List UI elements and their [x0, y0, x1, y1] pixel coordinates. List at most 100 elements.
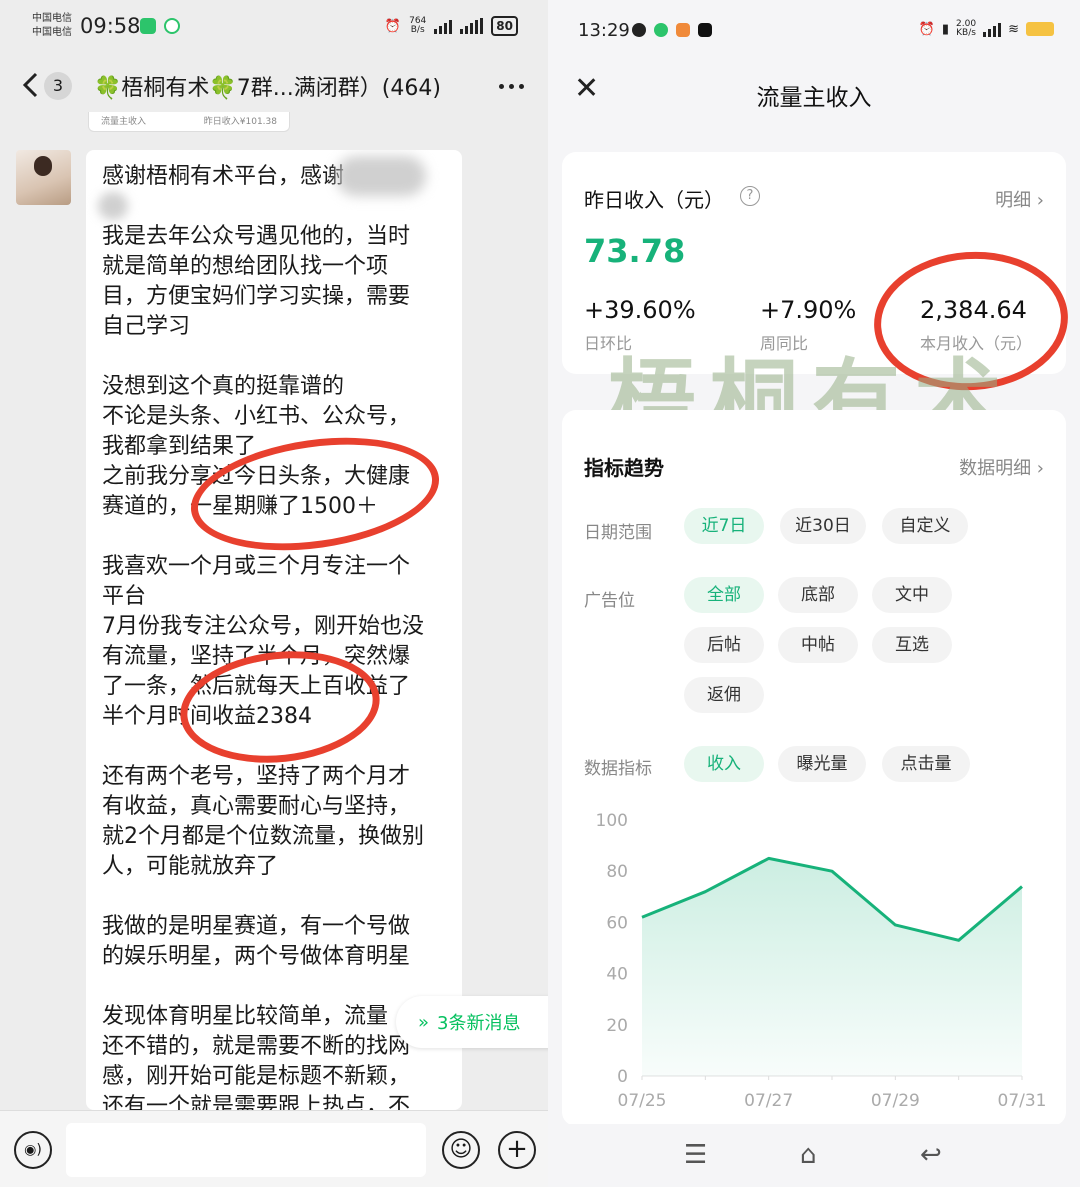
vibrate-icon: ▮ [941, 21, 950, 37]
status-time: 13:29 [578, 20, 630, 41]
message-line: 目，方便宝妈们学习实操，需要 [102, 284, 411, 309]
message-line: 我是去年公众号遇见他的，当时 [102, 224, 411, 249]
app-notification-icon [676, 23, 690, 37]
alarm-icon [632, 23, 646, 37]
message-line: 还有一个就是需要跟上热点，不 [102, 1094, 411, 1110]
yesterday-income-value: 73.78 [584, 232, 686, 270]
battery-icon [1026, 22, 1054, 36]
status-bar-left: 中国电信 中国电信 09:58 ⏰ 764 B/s 80 [0, 0, 548, 56]
message-line [102, 972, 446, 1002]
net-speed: 764 B/s [409, 16, 427, 35]
message-line: 就2个月都是个位数流量，换做别 [102, 824, 424, 849]
app-notification-icon [654, 23, 668, 37]
chevron-down-icon: » [418, 1011, 430, 1033]
app-notification-icon [140, 18, 156, 34]
message-bubble[interactable]: 感谢梧桐有术平台，感谢 我是去年公众号遇见他的，当时 就是简单的想给团队找一个项 目，… [86, 150, 462, 1110]
income-trend-chart: 100 80 60 40 20 0 07/25 07/27 07/29 07/31 [596, 811, 1047, 1111]
home-icon[interactable]: ⌂ [800, 1140, 817, 1170]
message-line [102, 522, 446, 552]
message-line: 赛道的，一星期赚了1500＋ [102, 494, 378, 519]
message-line: 我做的是明星赛道，有一个号做 [102, 914, 411, 939]
more-icon[interactable] [499, 84, 524, 89]
message-line [102, 342, 446, 372]
stat-day-over-day: +39.60% 日环比 [584, 296, 696, 353]
message-line: 没想到这个真的挺靠谱的 [102, 374, 345, 399]
message-line: 感，刚开始可能是标题不新颖， [102, 1064, 411, 1089]
back-icon[interactable]: ↩ [920, 1140, 942, 1170]
net-speed: 2.00 KB/s [956, 19, 977, 38]
stat-week-over-week: +7.90% 周同比 [760, 296, 857, 353]
status-bar-right: 13:29 ⏰ ▮ 2.00 KB/s ≋ [548, 0, 1080, 60]
wifi-icon: ≋ [1008, 21, 1019, 37]
blur-mask [98, 192, 128, 220]
x-tick-label: 07/27 [744, 1091, 793, 1111]
message-text: 感谢梧桐有术平台，感谢 我是去年公众号遇见他的，当时 就是简单的想给团队找一个项 目，… [102, 162, 446, 1110]
battery-icon: 80 [491, 16, 518, 36]
yesterday-income-label: 昨日收入（元） [584, 188, 724, 212]
chat-screen: 中国电信 中国电信 09:58 ⏰ 764 B/s 80 3 🍀梧桐有术🍀7群.… [0, 0, 548, 1187]
message-line: 还有两个老号，坚持了两个月才 [102, 764, 411, 789]
message-line: 还不错的，就是需要不断的找网 [102, 1034, 411, 1059]
message-line: 发现体育明星比较简单，流量 [102, 1004, 389, 1029]
emoji-icon[interactable]: ☺ [442, 1131, 480, 1169]
trend-card: 指标趋势 数据明细 › 日期范围 近7日 近30日 自定义 广告位 全部 底部 … [562, 410, 1066, 1126]
message-line: 了一条，然后就每天上百收益了 [102, 674, 411, 699]
y-tick-label: 20 [606, 1016, 628, 1036]
message-line: 之前我分享过今日头条，大健康 [102, 464, 411, 489]
back-arrow-icon[interactable] [20, 70, 42, 100]
y-tick-label: 40 [606, 965, 628, 985]
detail-link[interactable]: 明细 › [995, 186, 1044, 212]
message-line: 有流量，坚持了半个月，突然爆 [102, 644, 411, 669]
chat-header: 3 🍀梧桐有术🍀7群...满闭群）(464) [0, 60, 548, 112]
carrier-label: 中国电信 中国电信 [32, 13, 72, 38]
message-line: 人，可能就放弃了 [102, 854, 279, 879]
signal-4g-icon [434, 18, 453, 34]
stat-month-income: 2,384.64 本月收入（元） [920, 296, 1033, 353]
revenue-screen: 13:29 ⏰ ▮ 2.00 KB/s ≋ ✕ 流量主收入 昨日收入（元） ? … [548, 0, 1080, 1187]
message-line: 有收益，真心需要耐心与坚持， [102, 794, 411, 819]
unread-badge: 3 [44, 72, 72, 100]
summary-card: 昨日收入（元） ? 明细 › 73.78 +39.60% 日环比 +7.90% … [562, 152, 1066, 374]
help-icon[interactable]: ? [740, 186, 760, 206]
status-time: 09:58 [80, 14, 141, 38]
message-line [102, 192, 446, 222]
new-messages-button[interactable]: » 3条新消息 [396, 996, 548, 1048]
message-line [102, 882, 446, 912]
blur-mask [336, 156, 426, 196]
page-title: 流量主收入 [756, 85, 872, 111]
message-line: 不论是头条、小红书、公众号， [102, 404, 411, 429]
y-tick-label: 80 [606, 862, 628, 882]
y-tick-label: 100 [596, 811, 628, 831]
message-line: 我喜欢一个月或三个月专注一个 [102, 554, 411, 579]
y-tick-label: 60 [606, 913, 628, 933]
voice-icon[interactable]: ◉) [14, 1131, 52, 1169]
alarm-icon: ⏰ [918, 21, 935, 37]
tiktok-icon [698, 23, 712, 37]
input-bar: ◉) ☺ + [0, 1110, 548, 1187]
y-tick-label: 0 [617, 1067, 628, 1087]
message-line: 就是简单的想给团队找一个项 [102, 254, 389, 279]
status-icons-right: ⏰ ▮ 2.00 KB/s ≋ [919, 20, 1054, 38]
message-line: 半个月时间收益2384 [102, 704, 312, 729]
plus-icon[interactable]: + [498, 1131, 536, 1169]
page-header: ✕ 流量主收入 [548, 60, 1080, 130]
message-line: 的娱乐明星，两个号做体育明星 [102, 944, 411, 969]
avatar[interactable] [16, 150, 71, 205]
group-title: 🍀梧桐有术🍀7群...满闭群）(464) [94, 76, 441, 101]
signal-icon [983, 21, 1002, 37]
app-notification-icon [164, 18, 180, 34]
system-nav-bar: ☰ ⌂ ↩ [548, 1124, 1080, 1187]
previous-message-card[interactable]: 流量主收入 昨日收入¥101.38 [88, 112, 290, 132]
alarm-icon: ⏰ [384, 18, 402, 34]
message-line: 平台 [102, 584, 147, 609]
menu-icon[interactable]: ☰ [684, 1140, 707, 1170]
x-tick-label: 07/25 [618, 1091, 667, 1111]
message-line: 自己学习 [102, 314, 191, 339]
signal-5g-icon [460, 18, 484, 34]
status-icons-left: ⏰ 764 B/s 80 [385, 16, 518, 36]
message-line: 我都拿到结果了 [102, 434, 257, 459]
message-input[interactable] [66, 1123, 426, 1177]
message-line [102, 732, 446, 762]
x-tick-label: 07/31 [998, 1091, 1047, 1111]
x-tick-label: 07/29 [871, 1091, 920, 1111]
